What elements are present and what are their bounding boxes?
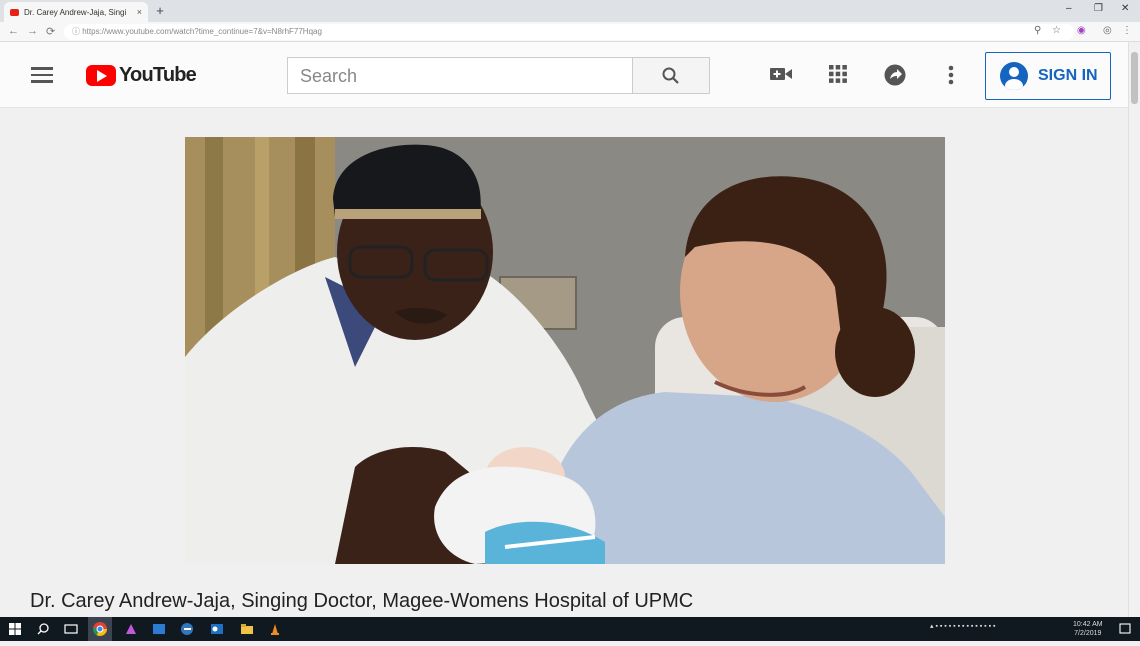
create-video-icon[interactable] — [769, 64, 793, 84]
app-icon[interactable] — [124, 622, 138, 636]
windows-taskbar: ▴ ▪ ▪ ▪ ▪ ▪ ▪ ▪ ▪ ▪ ▪ ▪ ▪ ▪ ▪ 10:42 AM 7… — [0, 617, 1140, 641]
url-text: https://www.youtube.com/watch?time_conti… — [82, 27, 322, 36]
system-clock[interactable]: 10:42 AM 7/2/2019 — [1073, 620, 1103, 638]
video-frame-image — [185, 137, 945, 564]
search-taskbar-icon[interactable] — [36, 622, 50, 636]
video-player[interactable] — [185, 137, 945, 564]
youtube-header: YouTube Search SIGN IN — [0, 42, 1140, 108]
browser-menu-icon[interactable]: ⋮ — [1122, 25, 1132, 36]
file-explorer-icon[interactable] — [240, 622, 254, 636]
task-view-icon[interactable] — [64, 622, 78, 636]
browser-tab[interactable]: Dr. Carey Andrew-Jaja, Singi × — [4, 2, 148, 22]
new-tab-button[interactable]: + — [153, 3, 167, 18]
page-scrollbar[interactable] — [1128, 42, 1140, 617]
restore-window-button[interactable]: ❐ — [1094, 3, 1103, 14]
close-window-button[interactable]: ✕ — [1121, 3, 1129, 14]
sign-in-button[interactable]: SIGN IN — [985, 52, 1111, 100]
scrollbar-thumb[interactable] — [1131, 52, 1138, 104]
account-avatar-icon — [1000, 62, 1028, 90]
more-vert-icon[interactable] — [947, 64, 955, 86]
zoom-icon[interactable]: ⚲ — [1034, 25, 1041, 36]
page-info-icon[interactable]: ⓘ — [72, 27, 80, 36]
apps-grid-icon[interactable] — [828, 64, 848, 84]
tray-icons[interactable]: ▴ ▪ ▪ ▪ ▪ ▪ ▪ ▪ ▪ ▪ ▪ ▪ ▪ ▪ ▪ — [930, 622, 995, 630]
youtube-favicon-icon — [10, 8, 19, 16]
tab-title: Dr. Carey Andrew-Jaja, Singi — [24, 7, 127, 17]
forward-button[interactable]: → — [27, 25, 38, 37]
youtube-logo-text: YouTube — [119, 64, 197, 86]
chrome-taskbar-button[interactable] — [88, 617, 112, 641]
app-icon[interactable] — [152, 622, 166, 636]
notifications-icon[interactable] — [1118, 622, 1132, 636]
reload-button[interactable]: ⟳ — [46, 25, 55, 38]
clock-date: 7/2/2019 — [1074, 630, 1102, 637]
chrome-icon — [93, 622, 107, 636]
sign-in-label: SIGN IN — [1038, 67, 1098, 84]
share-arrow-icon[interactable] — [884, 64, 906, 86]
windows-start-icon[interactable] — [8, 622, 22, 636]
youtube-play-icon — [86, 65, 116, 86]
video-caption: Dr. Carey Andrew-Jaja, Singing Doctor, M… — [30, 590, 694, 612]
vlc-icon[interactable] — [268, 622, 282, 636]
search-button[interactable] — [633, 57, 710, 94]
search-icon — [662, 67, 679, 84]
browser-tab-strip: Dr. Carey Andrew-Jaja, Singi × + – ❐ ✕ — [0, 0, 1140, 22]
edge-icon[interactable] — [180, 622, 194, 636]
minimize-window-button[interactable]: – — [1066, 3, 1072, 14]
tab-close-icon[interactable]: × — [137, 7, 142, 17]
youtube-logo[interactable]: YouTube — [86, 64, 197, 87]
menu-icon[interactable] — [31, 67, 53, 87]
outlook-icon[interactable] — [210, 622, 224, 636]
browser-toolbar: ← → ⟳ ⓘ https://www.youtube.com/watch?ti… — [0, 22, 1140, 42]
search-input[interactable]: Search — [287, 57, 633, 94]
bookmark-star-icon[interactable]: ☆ — [1052, 25, 1061, 36]
extension-icon[interactable]: ◉ — [1077, 25, 1086, 36]
profile-icon[interactable]: ◎ — [1103, 25, 1112, 36]
address-bar[interactable]: ⓘ https://www.youtube.com/watch?time_con… — [64, 24, 1074, 40]
clock-time: 10:42 AM — [1073, 621, 1103, 628]
back-button[interactable]: ← — [8, 25, 19, 37]
